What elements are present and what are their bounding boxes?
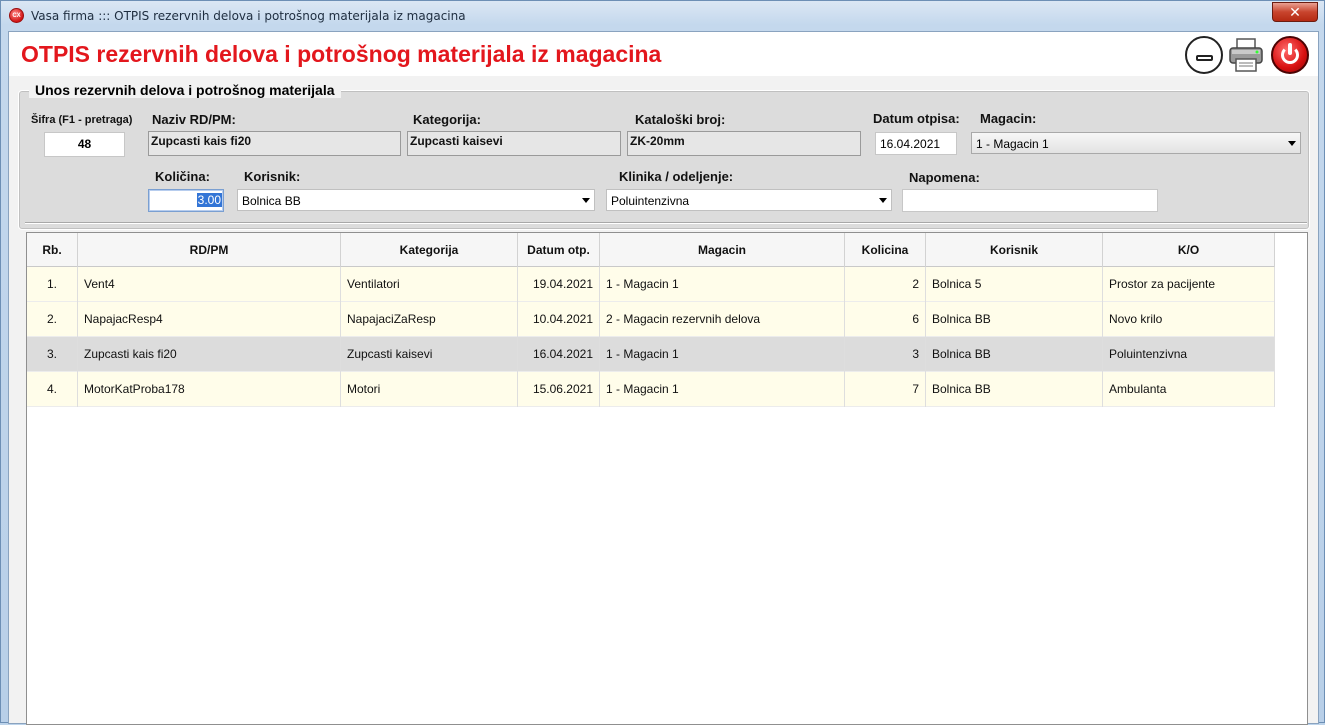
header-band: OTPIS rezervnih delova i potrošnog mater… [9, 32, 1318, 76]
naziv-label: Naziv RD/PM: [152, 112, 236, 127]
cell-kategorija: Motori [341, 372, 518, 407]
minimize-icon [1196, 55, 1213, 61]
cell-rb: 1. [27, 267, 78, 302]
cell-kolicina: 2 [845, 267, 926, 302]
fieldset-legend: Unos rezervnih delova i potrošnog materi… [29, 82, 341, 98]
cell-ko: Poluintenzivna [1103, 337, 1275, 372]
otpis-table: Rb. RD/PM Kategorija Datum otp. Magacin … [26, 232, 1308, 725]
window-title: Vasa firma ::: OTPIS rezervnih delova i … [31, 9, 466, 23]
napomena-label: Napomena: [909, 170, 980, 185]
datum-otpisa-label: Datum otpisa: [873, 111, 960, 126]
cell-datum: 10.04.2021 [518, 302, 600, 337]
cell-kategorija: NapajaciZaResp [341, 302, 518, 337]
cell-korisnik: Bolnica 5 [926, 267, 1103, 302]
cell-kategorija: Zupcasti kaisevi [341, 337, 518, 372]
klinika-select[interactable]: Poluintenzivna [606, 189, 892, 211]
client-area: OTPIS rezervnih delova i potrošnog mater… [8, 31, 1319, 725]
chevron-down-icon [1288, 141, 1296, 146]
app-window: CX Vasa firma ::: OTPIS rezervnih delova… [0, 0, 1325, 725]
col-header-kategorija[interactable]: Kategorija [341, 233, 518, 267]
kategorija-label: Kategorija: [413, 112, 481, 127]
cell-rdpm: NapajacResp4 [78, 302, 341, 337]
cell-ko: Prostor za pacijente [1103, 267, 1275, 302]
cell-ko: Ambulanta [1103, 372, 1275, 407]
title-bar: CX Vasa firma ::: OTPIS rezervnih delova… [1, 1, 1324, 31]
table-row[interactable]: 1. Vent4 Ventilatori 19.04.2021 1 - Maga… [27, 267, 1275, 302]
table-header: Rb. RD/PM Kategorija Datum otp. Magacin … [27, 233, 1275, 267]
table-row[interactable]: 4. MotorKatProba178 Motori 15.06.2021 1 … [27, 372, 1275, 407]
cell-magacin: 1 - Magacin 1 [600, 372, 845, 407]
korisnik-select-value: Bolnica BB [242, 194, 301, 208]
kolicina-input[interactable]: 3.00 [148, 189, 224, 212]
magacin-label: Magacin: [980, 111, 1037, 126]
sifra-label: Šifra (F1 - pretraga) [31, 114, 133, 126]
col-header-ko[interactable]: K/O [1103, 233, 1275, 267]
print-button[interactable] [1227, 36, 1265, 74]
power-icon-stem [1288, 43, 1292, 55]
kolicina-value: 3.00 [196, 193, 222, 207]
col-header-rdpm[interactable]: RD/PM [78, 233, 341, 267]
table-row-selected[interactable]: 3. Zupcasti kais fi20 Zupcasti kaisevi 1… [27, 337, 1275, 372]
cell-kolicina: 3 [845, 337, 926, 372]
cell-korisnik: Bolnica BB [926, 302, 1103, 337]
col-header-datum[interactable]: Datum otp. [518, 233, 600, 267]
datum-otpisa-input[interactable]: 16.04.2021 [875, 132, 957, 155]
col-header-korisnik[interactable]: Korisnik [926, 233, 1103, 267]
klinika-label: Klinika / odeljenje: [619, 169, 734, 184]
cell-ko: Novo krilo [1103, 302, 1275, 337]
sifra-input[interactable]: 48 [44, 132, 125, 157]
kataloski-broj-field: ZK-20mm [627, 131, 861, 156]
magacin-select[interactable]: 1 - Magacin 1 [971, 132, 1301, 154]
cell-datum: 19.04.2021 [518, 267, 600, 302]
window-close-button[interactable]: ✕ [1272, 2, 1318, 22]
cell-magacin: 1 - Magacin 1 [600, 267, 845, 302]
col-header-kolicina[interactable]: Kolicina [845, 233, 926, 267]
kolicina-label: Količina: [155, 169, 210, 184]
cell-magacin: 1 - Magacin 1 [600, 337, 845, 372]
naziv-field: Zupcasti kais fi20 [148, 131, 401, 156]
cell-datum: 16.04.2021 [518, 337, 600, 372]
col-header-magacin[interactable]: Magacin [600, 233, 845, 267]
kategorija-field: Zupcasti kaisevi [407, 131, 621, 156]
exit-button[interactable] [1271, 36, 1309, 74]
table-row[interactable]: 2. NapajacResp4 NapajaciZaResp 10.04.202… [27, 302, 1275, 337]
cell-korisnik: Bolnica BB [926, 372, 1103, 407]
napomena-input[interactable] [902, 189, 1158, 212]
cell-korisnik: Bolnica BB [926, 337, 1103, 372]
cell-rdpm: Zupcasti kais fi20 [78, 337, 341, 372]
cell-rdpm: Vent4 [78, 267, 341, 302]
cell-rb: 2. [27, 302, 78, 337]
chevron-down-icon [879, 198, 887, 203]
col-header-rb[interactable]: Rb. [27, 233, 78, 267]
cell-rb: 3. [27, 337, 78, 372]
cell-magacin: 2 - Magacin rezervnih delova [600, 302, 845, 337]
cell-kolicina: 7 [845, 372, 926, 407]
printer-icon [1229, 38, 1263, 72]
app-icon: CX [9, 8, 24, 23]
cell-rdpm: MotorKatProba178 [78, 372, 341, 407]
magacin-select-value: 1 - Magacin 1 [976, 137, 1049, 151]
korisnik-label: Korisnik: [244, 169, 301, 184]
divider [25, 222, 1307, 224]
page-title: OTPIS rezervnih delova i potrošnog mater… [21, 41, 662, 67]
korisnik-select[interactable]: Bolnica BB [237, 189, 595, 211]
cell-datum: 15.06.2021 [518, 372, 600, 407]
cell-kategorija: Ventilatori [341, 267, 518, 302]
cell-kolicina: 6 [845, 302, 926, 337]
minimize-button[interactable] [1185, 36, 1223, 74]
cell-rb: 4. [27, 372, 78, 407]
klinika-select-value: Poluintenzivna [611, 194, 690, 208]
chevron-down-icon [582, 198, 590, 203]
kataloski-label: Kataloški broj: [635, 112, 726, 127]
